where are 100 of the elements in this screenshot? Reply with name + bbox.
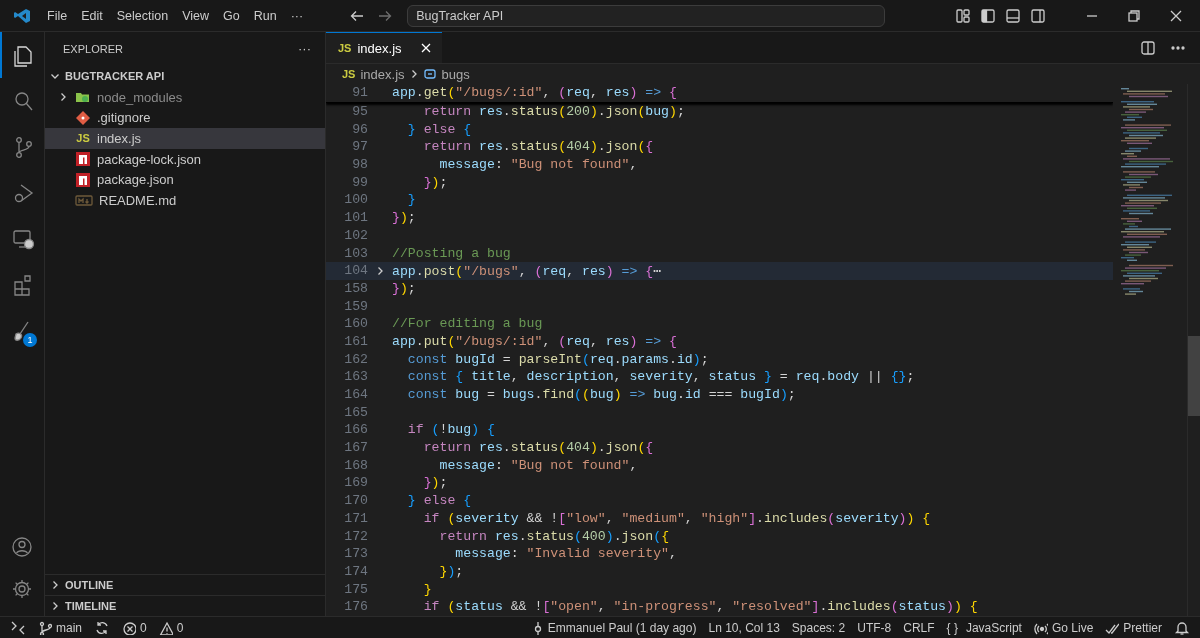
status-item[interactable]: 0: [122, 620, 147, 635]
breadcrumb-item[interactable]: bugs: [422, 66, 470, 82]
code-line: const bugId = parseInt(req.params.id);: [406, 351, 709, 367]
code-line: if (severity && !["low", "medium", "high"].includes(severity)) {: [422, 510, 931, 526]
menu-item[interactable]: Go: [217, 5, 246, 26]
breadcrumb-item[interactable]: JS index.js: [342, 66, 405, 82]
line-number: 95: [351, 104, 368, 120]
npm-icon: [75, 171, 91, 188]
brush-button[interactable]: 1: [0, 308, 44, 354]
line-number: 99: [351, 174, 368, 190]
code-line: if (status && !["open", "in-progress", "resolved"].includes(status)) {: [422, 599, 978, 615]
status-item[interactable]: Go Live: [1033, 620, 1094, 635]
line-number: 176: [343, 599, 368, 615]
scrollbar-thumb[interactable]: [1188, 336, 1200, 416]
status-item[interactable]: Spaces: 2: [791, 620, 846, 635]
branch-icon: [38, 620, 52, 635]
line-number: 165: [343, 404, 368, 420]
line-number: 159: [343, 298, 368, 314]
restore-icon[interactable]: [1128, 9, 1140, 22]
js-file-icon: JS: [342, 68, 356, 80]
code-line: message: "Invalid severity",: [454, 546, 677, 562]
code-line: const bug = bugs.find((bug) => bug.id === bugId);: [406, 387, 796, 403]
explorer-item[interactable]: package.json: [45, 169, 325, 190]
status-item[interactable]: { } JavaScript: [946, 620, 1022, 635]
code-line: } else {: [406, 493, 472, 509]
npm-icon: [75, 151, 91, 168]
menu-item[interactable]: Run: [247, 5, 283, 26]
code-line: message: "Bug not found",: [438, 457, 638, 473]
line-number: 167: [343, 440, 368, 456]
line-number: 171: [343, 510, 368, 526]
line-number: 98: [351, 157, 368, 173]
line-number: 170: [343, 493, 368, 509]
line-number: 175: [343, 581, 368, 597]
command-center[interactable]: BugTracker API: [407, 4, 886, 27]
account-icon[interactable]: [10, 535, 34, 559]
code-line: return res.status(400).json({: [438, 528, 670, 544]
layout-icon[interactable]: [955, 7, 971, 24]
menu-item[interactable]: Selection: [110, 5, 175, 26]
sync-icon[interactable]: [94, 619, 110, 636]
line-number: 163: [343, 369, 368, 385]
section-header[interactable]: OUTLINE: [45, 574, 325, 595]
explorer-item[interactable]: .gitignore: [45, 107, 325, 129]
line-number: 102: [343, 227, 368, 243]
more-button[interactable]: ···: [298, 41, 311, 56]
monitor-icon: [11, 227, 35, 251]
app-logo-icon: [13, 6, 31, 25]
close-icon[interactable]: [1170, 9, 1182, 22]
line-number: 158: [343, 280, 368, 296]
code-line: app.get("/bugs/:id", (req, res) => {: [392, 85, 677, 101]
js-file-icon: JS: [338, 42, 352, 54]
explorer-item[interactable]: README.md: [45, 189, 325, 211]
explorer-item[interactable]: package-lock.json: [45, 148, 325, 170]
settings-icon[interactable]: [10, 577, 34, 601]
more-menu[interactable]: ···: [284, 5, 310, 26]
split-editor-icon[interactable]: [1140, 39, 1156, 56]
line-number: 164: [343, 387, 368, 403]
code-line: } else {: [406, 121, 472, 137]
menu-item[interactable]: File: [41, 5, 74, 26]
line-number: 169: [343, 475, 368, 491]
line-number: 166: [343, 422, 368, 438]
status-item[interactable]: Emmanuel Paul (1 day ago): [529, 620, 697, 635]
line-number: 96: [351, 121, 368, 137]
line-number: 173: [343, 546, 368, 562]
code-line: //Posting a bug: [392, 245, 511, 261]
line-number: 168: [343, 457, 368, 473]
menu-item[interactable]: Edit: [75, 5, 109, 26]
code-line: }: [422, 581, 432, 597]
folder-header[interactable]: BUGTRACKER API: [45, 65, 325, 87]
code-line: });: [438, 563, 464, 579]
variable-icon: [422, 67, 437, 81]
code-line: message: "Bug not found",: [438, 157, 638, 173]
panel-toggle-icon[interactable]: [1005, 7, 1021, 24]
error-icon: [122, 620, 136, 635]
line-number: 172: [343, 528, 368, 544]
sidebar-toggle-icon[interactable]: [980, 7, 996, 24]
line-number: 97: [351, 139, 368, 155]
explorer-item[interactable]: node_modules: [45, 87, 325, 108]
code-line: });: [422, 475, 448, 491]
status-item[interactable]: Ln 10, Col 13: [708, 620, 780, 635]
bell-icon[interactable]: [1174, 619, 1190, 636]
code-line: app.put("/bugs/:id", (req, res) => {: [392, 333, 677, 349]
code-line: return res.status(404).json({: [422, 440, 654, 456]
status-item[interactable]: Prettier: [1105, 620, 1162, 635]
git-diamond-icon: [75, 109, 91, 126]
line-number: 101: [343, 210, 368, 226]
line-number: 104: [343, 263, 368, 279]
status-item[interactable]: 0: [158, 620, 184, 635]
menu-item[interactable]: View: [176, 5, 215, 26]
files-icon: [11, 43, 35, 67]
status-item[interactable]: CRLF: [903, 620, 935, 635]
status-item[interactable]: main: [38, 620, 82, 635]
status-item[interactable]: UTF-8: [857, 620, 892, 635]
secondary-sidebar-icon[interactable]: [1030, 7, 1046, 24]
explorer-item[interactable]: JS index.js: [45, 128, 325, 149]
line-number: 174: [343, 563, 368, 579]
count-badge: 1: [23, 333, 37, 347]
remote-icon[interactable]: [10, 619, 26, 636]
code-line: });: [392, 210, 416, 226]
editor-tab[interactable]: JS index.js: [326, 32, 442, 63]
markdown-icon: [75, 194, 93, 207]
